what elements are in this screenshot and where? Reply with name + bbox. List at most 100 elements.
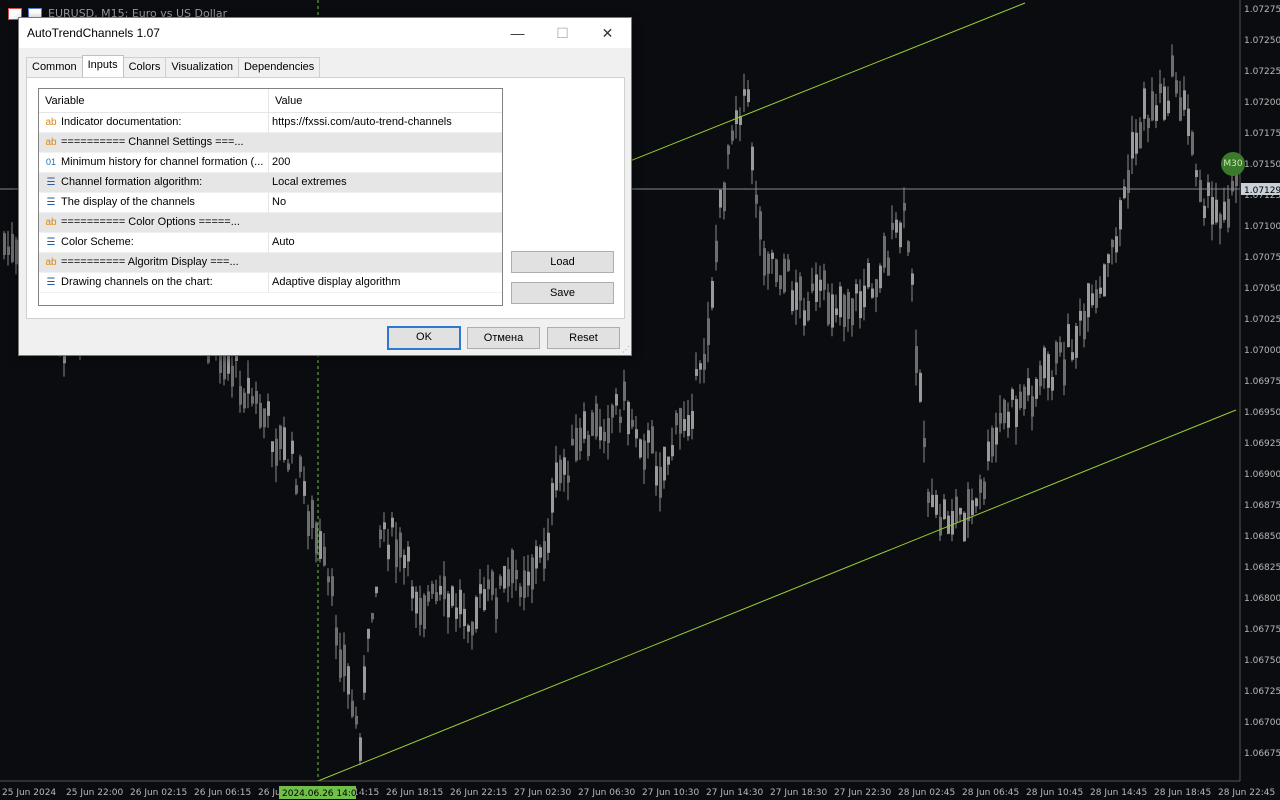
cancel-button[interactable]: Отмена <box>467 327 540 349</box>
candle-body <box>1127 170 1130 193</box>
resize-grip-icon[interactable]: ⋰ <box>622 346 630 354</box>
variable-cell[interactable]: ab ========== Channel Settings ===... <box>39 133 269 152</box>
minimize-button[interactable]: — <box>495 18 540 48</box>
candle-body <box>1115 236 1118 253</box>
value-cell[interactable]: Local extremes <box>269 173 347 192</box>
tab-dependencies[interactable]: Dependencies <box>237 57 321 77</box>
input-row[interactable]: ab ========== Channel Settings ===... <box>39 133 502 153</box>
variable-label: ========== Algoritm Display ===... <box>61 256 239 268</box>
candle-body <box>1063 359 1066 386</box>
candle-body <box>11 233 14 262</box>
candle-body <box>699 363 702 370</box>
candle-body <box>635 429 638 439</box>
candle-body <box>911 273 914 285</box>
candle-body <box>667 456 670 465</box>
input-row[interactable]: ab ========== Color Options =====... <box>39 213 502 233</box>
value-cell[interactable]: Auto <box>269 233 295 252</box>
candle-body <box>443 576 446 600</box>
candle-body <box>611 405 614 418</box>
value-cell[interactable] <box>269 213 272 232</box>
candle-body <box>391 517 394 528</box>
value-cell[interactable]: Adaptive display algorithm <box>269 273 400 292</box>
candle-body <box>707 318 710 346</box>
value-cell[interactable]: No <box>269 193 286 212</box>
dialog-titlebar[interactable]: AutoTrendChannels 1.07 — ☐ ✕ <box>19 18 631 48</box>
candle-body <box>415 591 418 614</box>
variable-cell[interactable]: ab ========== Algoritm Display ===... <box>39 253 269 272</box>
candle-body <box>643 440 646 470</box>
candle-body <box>479 584 482 594</box>
tab-visualization[interactable]: Visualization <box>165 57 239 77</box>
price-tick-label: 1.06700 <box>1244 718 1280 728</box>
variable-cell[interactable]: ☰ The display of the channels <box>39 193 269 212</box>
input-row[interactable]: ab ========== Algoritm Display ===... <box>39 253 502 273</box>
price-tick-label: 1.07050 <box>1244 284 1280 294</box>
variable-label: Channel formation algorithm: <box>61 176 203 188</box>
variable-label: Color Scheme: <box>61 236 134 248</box>
reset-button[interactable]: Reset <box>547 327 620 349</box>
candle-body <box>239 386 242 405</box>
value-cell[interactable]: https://fxssi.com/auto-trend-channels <box>269 113 452 132</box>
candle-body <box>1119 200 1122 230</box>
value-cell[interactable] <box>269 133 272 152</box>
price-tick-label: 1.06725 <box>1244 687 1280 697</box>
maximize-button[interactable]: ☐ <box>540 18 585 48</box>
candle-body <box>615 394 618 406</box>
price-tick-label: 1.07100 <box>1244 222 1280 232</box>
candle-body <box>267 401 270 416</box>
candle-body <box>787 259 790 271</box>
candle-body <box>751 146 754 171</box>
candle-body <box>571 438 574 446</box>
inputs-table[interactable]: Variable Value ab Indicator documentation… <box>38 88 503 306</box>
candle-body <box>523 570 526 598</box>
variable-cell[interactable]: ab ========== Color Options =====... <box>39 213 269 232</box>
candle-body <box>395 539 398 568</box>
candle-body <box>839 286 842 318</box>
enum-type-icon: ☰ <box>46 177 56 188</box>
value-cell[interactable] <box>269 253 272 272</box>
time-tick-label: 28 Jun 22:45 <box>1218 788 1275 798</box>
input-row[interactable]: ☰ Channel formation algorithm: Local extre… <box>39 173 502 193</box>
variable-cell[interactable]: ab Indicator documentation: <box>39 113 269 132</box>
save-button[interactable]: Save <box>511 282 614 304</box>
price-tick-label: 1.07200 <box>1244 98 1280 108</box>
column-header-value[interactable]: Value <box>269 89 302 112</box>
input-row[interactable]: ☰ The display of the channels No <box>39 193 502 213</box>
input-row[interactable]: ☰ Color Scheme: Auto <box>39 233 502 253</box>
time-tick-label: 28 Jun 10:45 <box>1026 788 1083 798</box>
variable-cell[interactable]: 01 Minimum history for channel formation … <box>39 153 269 172</box>
candle-body <box>363 666 366 693</box>
price-axis[interactable] <box>1240 0 1280 800</box>
close-button[interactable]: ✕ <box>585 18 630 48</box>
candle-body <box>803 310 806 326</box>
load-button[interactable]: Load <box>511 251 614 273</box>
candle-body <box>387 544 390 560</box>
variable-cell[interactable]: ☰ Color Scheme: <box>39 233 269 252</box>
candle-body <box>519 586 522 598</box>
tab-colors[interactable]: Colors <box>122 57 167 77</box>
string-type-icon: ab <box>45 257 57 268</box>
candle-body <box>3 233 6 255</box>
candle-body <box>491 571 494 595</box>
tab-common[interactable]: Common <box>26 57 83 77</box>
timeframe-badge[interactable]: M30 <box>1221 152 1245 176</box>
input-row[interactable]: ab Indicator documentation: https://fxssi.… <box>39 113 502 133</box>
column-header-variable[interactable]: Variable <box>39 89 269 112</box>
input-row[interactable]: ☰ Drawing channels on the chart: Adaptive … <box>39 273 502 293</box>
candle-body <box>955 496 958 523</box>
candle-body <box>783 258 786 293</box>
candle-body <box>1223 201 1226 220</box>
variable-cell[interactable]: ☰ Channel formation algorithm: <box>39 173 269 192</box>
candle-body <box>967 489 970 522</box>
variable-cell[interactable]: ☰ Drawing channels on the chart: <box>39 273 269 292</box>
ok-button[interactable]: OK <box>387 326 461 350</box>
input-row[interactable]: 01 Minimum history for channel formation … <box>39 153 502 173</box>
tab-inputs[interactable]: Inputs <box>81 55 124 77</box>
candle-body <box>943 499 946 519</box>
candle-body <box>527 571 530 586</box>
value-cell[interactable]: 200 <box>269 153 290 172</box>
price-tick-label: 1.06975 <box>1244 377 1280 387</box>
candle-body <box>1135 132 1138 154</box>
candle-body <box>1083 310 1086 340</box>
candle-body <box>1091 293 1094 306</box>
